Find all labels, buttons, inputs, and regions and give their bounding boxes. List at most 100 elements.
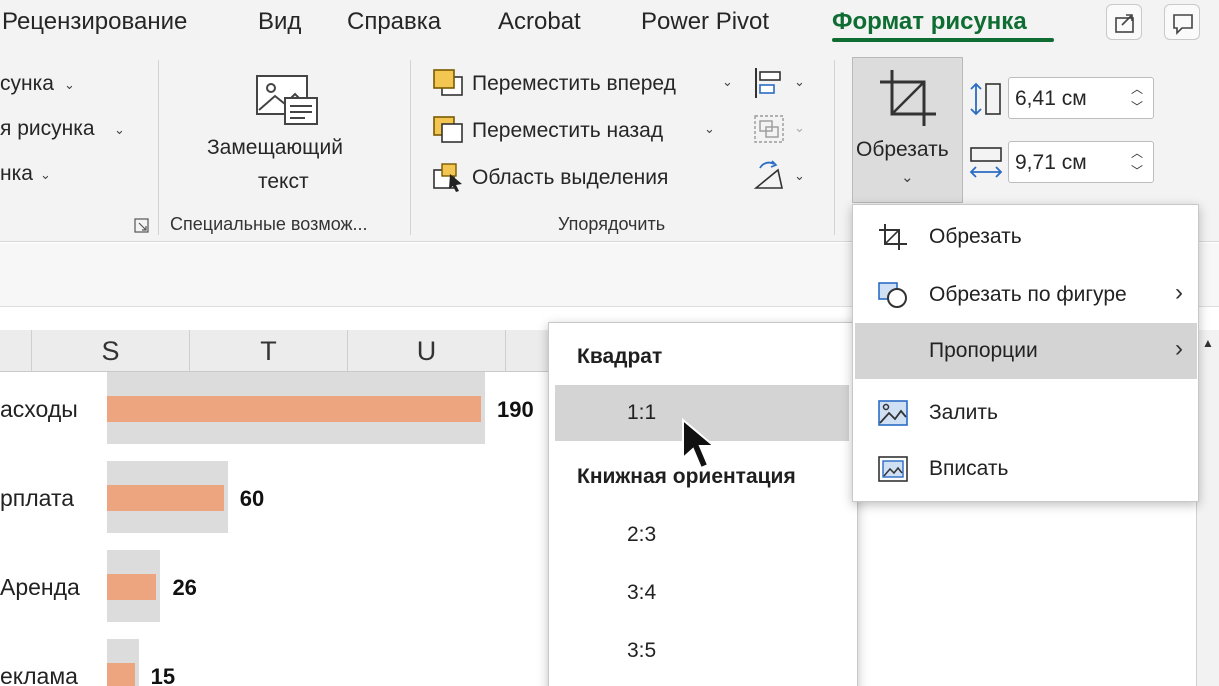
bring-forward-label: Переместить вперед [472, 72, 676, 95]
menu-item-crop[interactable]: Обрезать [855, 209, 1197, 265]
chevron-down-icon: ⌄ [794, 120, 805, 135]
menu-item-label: Обрезать [929, 225, 1022, 248]
group-divider [834, 60, 835, 235]
alt-text-button[interactable]: Замещающий текст [200, 68, 370, 198]
selection-pane-icon [433, 163, 462, 192]
send-backward-label: Переместить назад [472, 119, 664, 142]
chevron-down-icon: ⌄ [794, 74, 805, 89]
menu-item-fit[interactable]: Вписать [855, 441, 1197, 497]
bar[interactable] [107, 574, 157, 600]
chevron-right-icon: › [1175, 335, 1183, 362]
mouse-cursor-icon [682, 418, 717, 470]
tab-view[interactable]: Вид [258, 8, 301, 36]
tab-review[interactable]: Рецензирование [2, 8, 187, 36]
selection-pane-button[interactable]: Область выделения [432, 160, 702, 196]
align-button[interactable]: ⌄ [752, 66, 810, 100]
chevron-down-icon: ⌄ [64, 77, 75, 92]
height-field[interactable]: 6,41 см ︿ ﹀ [1008, 77, 1154, 119]
group-objects-icon [754, 115, 784, 143]
menu-item-label: Залить [929, 401, 998, 424]
fill-icon [878, 400, 908, 426]
width-field[interactable]: 9,71 см ︿ ﹀ [1008, 141, 1154, 183]
arrange-group-label: Упорядочить [558, 214, 666, 234]
vertical-scrollbar[interactable]: ▲ [1196, 330, 1219, 686]
share-button[interactable] [1106, 4, 1142, 40]
bar[interactable] [107, 663, 135, 686]
active-tab-indicator [832, 38, 1054, 42]
spin-up-icon[interactable]: ︿ [1131, 80, 1143, 97]
menu-item-label: Обрезать по фигуре [929, 283, 1127, 306]
menu-item-fill[interactable]: Залить [855, 385, 1197, 441]
chevron-right-icon: › [1175, 279, 1183, 306]
height-icon [970, 82, 1001, 116]
aspect-ratio-submenu: Квадрат 1:1 Книжная ориентация 2:3 3:4 3… [548, 322, 858, 686]
crop-icon [879, 224, 907, 250]
data-label: 15 [150, 664, 176, 686]
crop-dropdown-menu: Обрезать Обрезать по фигуре › Пропорции … [852, 204, 1199, 502]
alt-text-icon [256, 75, 318, 125]
column-header-u[interactable]: U [348, 330, 506, 372]
fit-icon [878, 456, 908, 482]
alt-text-label-line1: Замещающий [207, 136, 343, 159]
category-label: рплата [0, 485, 75, 511]
tab-power-pivot[interactable]: Power Pivot [641, 8, 769, 36]
crop-icon [880, 70, 936, 126]
group-objects-button[interactable]: ⌄ [752, 112, 810, 146]
menu-item-label: Вписать [929, 457, 1009, 480]
comments-button[interactable] [1164, 4, 1200, 40]
rotate-button[interactable]: ⌄ [752, 160, 810, 194]
menu-item-crop-to-shape[interactable]: Обрезать по фигуре › [855, 267, 1197, 323]
align-left-icon [755, 68, 781, 98]
picture-border-button[interactable]: сунка [0, 72, 54, 96]
aspect-ratio-label: 2:3 [627, 523, 657, 546]
send-backward-icon [433, 116, 463, 143]
column-header-blank [0, 330, 32, 372]
spin-up-icon[interactable]: ︿ [1131, 144, 1143, 161]
column-header-partial [506, 330, 550, 372]
rotate-icon [753, 160, 783, 189]
picture-effects-button[interactable]: я рисунка [0, 117, 95, 141]
square-section-header: Квадрат [577, 345, 663, 368]
bar[interactable] [107, 396, 481, 422]
spin-down-icon[interactable]: ﹀ [1131, 162, 1143, 179]
height-value: 6,41 см [1015, 87, 1087, 110]
column-header-s[interactable]: S [32, 330, 190, 372]
scroll-up-icon[interactable]: ▲ [1202, 336, 1214, 350]
category-label: еклама [0, 663, 78, 686]
chevron-down-icon[interactable]: ⌄ [722, 74, 733, 90]
selection-pane-label: Область выделения [472, 166, 669, 189]
chevron-down-icon: ⌄ [40, 167, 51, 182]
group-divider [158, 60, 159, 235]
accessibility-group-label: Специальные возмож... [170, 214, 368, 234]
share-icon [1115, 14, 1134, 33]
data-label: 190 [497, 397, 534, 422]
width-value: 9,71 см [1015, 151, 1087, 174]
tab-picture-format[interactable]: Формат рисунка [832, 8, 1027, 36]
ribbon-tab-bar: Рецензирование Вид Справка Acrobat Power… [0, 0, 1219, 50]
spin-down-icon[interactable]: ﹀ [1131, 98, 1143, 115]
width-icon [969, 147, 1003, 178]
bar[interactable] [107, 485, 224, 511]
comment-icon [1173, 14, 1193, 35]
crop-button-label: Обрезать [856, 138, 949, 161]
data-label: 60 [239, 486, 265, 511]
tab-acrobat[interactable]: Acrobat [498, 8, 581, 36]
column-header-t[interactable]: T [190, 330, 348, 372]
aspect-ratio-3-5[interactable]: 3:5 [555, 623, 849, 679]
chevron-down-icon: ⌄ [794, 168, 805, 183]
group-divider [410, 60, 411, 235]
bring-forward-button[interactable]: Переместить вперед ⌄ [432, 66, 742, 102]
dialog-launcher-icon[interactable] [134, 218, 150, 234]
alt-text-label-line2: текст [258, 170, 309, 193]
data-label: 26 [172, 575, 197, 600]
menu-item-aspect-ratio[interactable]: Пропорции › [855, 323, 1197, 379]
crop-button[interactable]: Обрезать ⌄ [852, 57, 963, 203]
aspect-ratio-2-3[interactable]: 2:3 [555, 507, 849, 563]
send-backward-button[interactable]: Переместить назад ⌄ [432, 113, 722, 149]
aspect-ratio-label: 3:4 [627, 581, 657, 604]
picture-layout-button[interactable]: нка [0, 162, 33, 186]
tab-help[interactable]: Справка [347, 8, 441, 36]
chevron-down-icon[interactable]: ⌄ [704, 121, 715, 137]
chevron-down-icon: ⌄ [901, 169, 914, 186]
aspect-ratio-3-4[interactable]: 3:4 [555, 565, 849, 621]
